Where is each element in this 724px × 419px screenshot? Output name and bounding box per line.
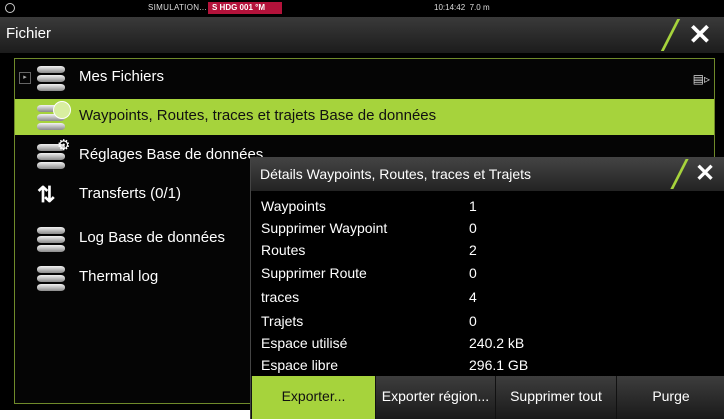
list-item-waypoints-db[interactable]: Waypoints, Routes, traces et trajets Bas… <box>15 99 714 135</box>
list-item-mes-fichiers[interactable]: ▸ Mes Fichiers ▤▹ <box>15 60 714 96</box>
detail-key: traces <box>261 289 300 305</box>
window-title: Fichier <box>6 25 52 42</box>
simulation-status: SIMULATION... <box>148 3 207 12</box>
purge-button[interactable]: Purge <box>616 376 724 419</box>
dialog-title-bar: Détails Waypoints, Routes, traces et Tra… <box>251 157 724 191</box>
title-bar: Fichier ✕ <box>0 17 724 53</box>
globe-icon <box>5 3 15 13</box>
export-region-button[interactable]: Exporter région... <box>375 376 495 419</box>
heading-badge: S HDG 001 °M <box>208 2 282 14</box>
detail-key: Supprimer Route <box>261 265 367 281</box>
detail-key: Waypoints <box>261 198 326 214</box>
close-icon[interactable]: ✕ <box>680 18 720 52</box>
close-icon[interactable]: ✕ <box>688 158 722 190</box>
list-item-label: Mes Fichiers <box>79 68 165 85</box>
export-button[interactable]: Exporter... <box>251 376 375 419</box>
detail-key: Espace utilisé <box>261 335 348 351</box>
status-time: 10:14:42 7.0 m <box>434 3 490 12</box>
detail-value: 2 <box>469 242 477 258</box>
time-value: 10:14:42 <box>434 3 466 12</box>
detail-value: 1 <box>469 198 477 214</box>
detail-key: Supprimer Waypoint <box>261 220 388 236</box>
list-item-label: Log Base de données <box>79 229 225 246</box>
detail-key: Trajets <box>261 313 304 329</box>
dialog-button-bar: Exporter... Exporter région... Supprimer… <box>251 376 724 419</box>
delete-all-button[interactable]: Supprimer tout <box>495 376 616 419</box>
detail-value: 4 <box>469 289 477 305</box>
list-item-label: Waypoints, Routes, traces et trajets Bas… <box>79 107 437 124</box>
database-gear-icon: ⚙ <box>37 137 70 170</box>
database-globe-icon <box>37 101 71 131</box>
database-icon <box>37 66 67 92</box>
title-separator <box>670 159 689 189</box>
detail-value: 0 <box>469 313 477 329</box>
detail-key: Routes <box>261 242 306 258</box>
depth-value: 7.0 m <box>469 3 490 12</box>
title-separator <box>660 19 681 51</box>
dialog-title: Détails Waypoints, Routes, traces et Tra… <box>260 166 532 182</box>
detail-key: Espace libre <box>261 357 339 373</box>
details-dialog: Détails Waypoints, Routes, traces et Tra… <box>250 157 724 419</box>
status-bar: SIMULATION... S HDG 001 °M 10:14:42 7.0 … <box>0 0 724 16</box>
expand-icon[interactable]: ▸ <box>19 72 31 84</box>
detail-value: 0 <box>469 265 477 281</box>
list-item-label: Thermal log <box>79 268 159 285</box>
list-item-label: Réglages Base de données <box>79 146 264 163</box>
list-item-label: Transferts (0/1) <box>79 185 181 202</box>
detail-value: 296.1 GB <box>469 357 529 373</box>
database-icon <box>37 266 67 292</box>
detail-value: 240.2 kB <box>469 335 525 351</box>
menu-icon[interactable]: ▤▹ <box>693 72 710 86</box>
detail-value: 0 <box>469 220 477 236</box>
transfer-arrows-icon: ⇅ <box>37 182 56 207</box>
database-icon <box>37 227 67 253</box>
